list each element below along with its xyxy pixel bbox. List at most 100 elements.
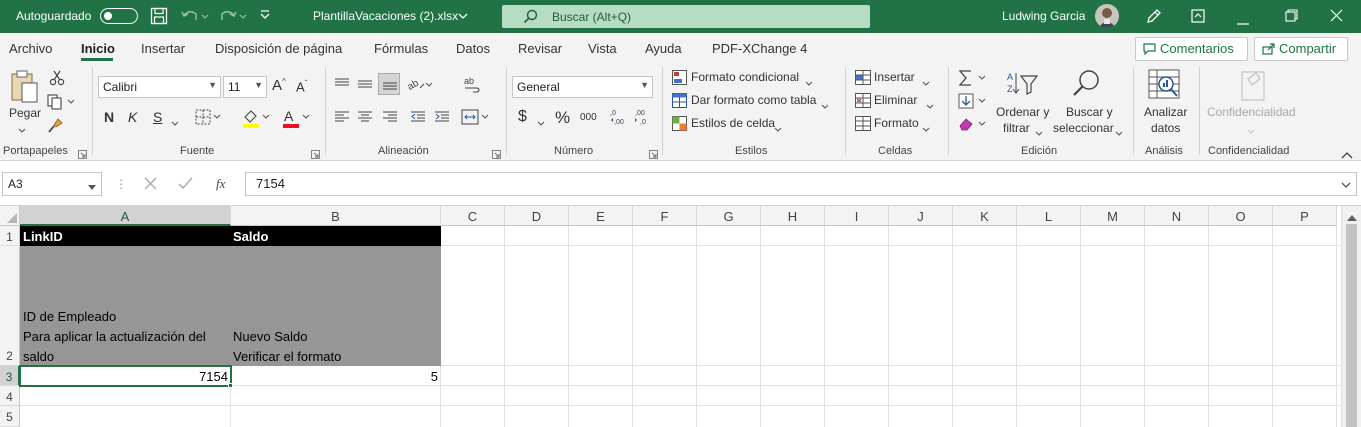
- bold-button[interactable]: N: [104, 109, 114, 125]
- avatar[interactable]: [1095, 4, 1119, 28]
- cell-a2-line2[interactable]: Para aplicar la actualización del: [23, 329, 206, 344]
- chevron-down-icon[interactable]: [1035, 125, 1043, 139]
- format-as-table-button[interactable]: Dar formato como tabla: [672, 92, 832, 110]
- find-select-label-2[interactable]: seleccionar: [1053, 121, 1114, 135]
- thousands-button[interactable]: 000: [580, 112, 597, 123]
- vertical-scrollbar[interactable]: [1341, 206, 1361, 427]
- name-box-chevron-down-icon[interactable]: [88, 180, 96, 194]
- row-header-3[interactable]: 3: [0, 366, 20, 386]
- wrap-text-icon[interactable]: ab: [463, 76, 481, 96]
- cancel-icon[interactable]: [144, 177, 157, 193]
- comments-button[interactable]: Comentarios: [1135, 37, 1248, 61]
- insert-function-icon[interactable]: fx: [216, 176, 225, 192]
- restore-icon[interactable]: [1285, 9, 1298, 25]
- column-header-h[interactable]: H: [761, 206, 825, 226]
- more-options-icon[interactable]: ⋮: [115, 177, 127, 191]
- decrease-font-size-icon[interactable]: Aˇ: [296, 79, 307, 94]
- alignment-launcher-icon[interactable]: [492, 147, 501, 161]
- undo-icon[interactable]: [180, 6, 210, 29]
- cell-styles-button[interactable]: Estilos de celda: [672, 115, 787, 133]
- collapse-ribbon-icon[interactable]: [1341, 147, 1353, 161]
- paste-chevron-down-icon[interactable]: [18, 122, 26, 136]
- find-select-label-1[interactable]: Buscar y: [1066, 105, 1113, 119]
- borders-icon[interactable]: [195, 109, 225, 127]
- tab-pdf-xchange[interactable]: PDF-XChange 4: [712, 41, 807, 56]
- font-color-icon[interactable]: A: [282, 108, 312, 130]
- sort-filter-label-1[interactable]: Ordenar y: [996, 105, 1049, 119]
- column-header-l[interactable]: L: [1017, 206, 1081, 226]
- close-icon[interactable]: [1330, 9, 1343, 25]
- find-select-icon[interactable]: [1072, 69, 1102, 101]
- format-cells-button[interactable]: Formato: [855, 115, 933, 133]
- formula-input[interactable]: 7154: [245, 172, 1357, 196]
- font-size-select[interactable]: 11 ▼: [223, 76, 267, 98]
- cell-a1[interactable]: LinkID: [23, 229, 63, 244]
- cell-b2-line1[interactable]: Nuevo Saldo: [233, 329, 307, 344]
- clipboard-launcher-icon[interactable]: [78, 147, 87, 161]
- increase-decimal-icon[interactable]: ,0,00: [609, 108, 627, 128]
- clear-icon[interactable]: [958, 116, 990, 134]
- paste-icon[interactable]: [10, 69, 40, 107]
- conditional-formatting-button[interactable]: Formato condicional: [672, 69, 817, 87]
- italic-button[interactable]: K: [128, 109, 137, 125]
- scroll-thumb[interactable]: [1346, 224, 1357, 427]
- align-right-icon[interactable]: [382, 110, 398, 126]
- fill-handle[interactable]: [228, 383, 233, 388]
- autosum-icon[interactable]: [958, 69, 990, 89]
- column-header-b[interactable]: B: [231, 206, 441, 226]
- cell-b2-line2[interactable]: Verificar el formato: [233, 349, 341, 364]
- column-header-j[interactable]: J: [889, 206, 953, 226]
- expand-formula-chevron-down-icon[interactable]: [1341, 177, 1351, 192]
- cell-a2-line3[interactable]: saldo: [23, 349, 54, 364]
- increase-font-size-icon[interactable]: A^: [272, 77, 286, 94]
- column-header-k[interactable]: K: [953, 206, 1017, 226]
- fill-color-icon[interactable]: [242, 108, 272, 130]
- row-header-1[interactable]: 1: [0, 226, 20, 246]
- analyze-data-label-2[interactable]: datos: [1151, 121, 1180, 135]
- save-icon[interactable]: [150, 7, 168, 28]
- decrease-indent-icon[interactable]: [410, 110, 426, 126]
- search-box[interactable]: Buscar (Alt+Q): [502, 5, 870, 28]
- font-name-select[interactable]: Calibri ▼: [98, 76, 221, 98]
- sort-filter-label-2[interactable]: filtrar: [1003, 121, 1030, 135]
- column-header-n[interactable]: N: [1145, 206, 1209, 226]
- tab-insertar[interactable]: Insertar: [141, 41, 185, 56]
- copy-icon[interactable]: [47, 94, 77, 112]
- underline-chevron-down-icon[interactable]: [171, 115, 179, 129]
- name-box[interactable]: A3: [2, 172, 102, 196]
- insert-cells-button[interactable]: Insertar: [855, 69, 935, 87]
- currency-chevron-down-icon[interactable]: [537, 115, 545, 129]
- font-launcher-icon[interactable]: [311, 147, 320, 161]
- tab-datos[interactable]: Datos: [456, 41, 490, 56]
- column-header-c[interactable]: C: [441, 206, 505, 226]
- column-header-a[interactable]: A: [20, 206, 231, 226]
- align-middle-icon[interactable]: [357, 77, 373, 93]
- tab-vista[interactable]: Vista: [588, 41, 617, 56]
- worksheet-grid[interactable]: A B C D E F G H I J K L M N O P 1 2 3 4 …: [0, 206, 1361, 427]
- number-format-select[interactable]: General ▼: [512, 76, 653, 98]
- row-header-2[interactable]: 2: [0, 246, 20, 366]
- underline-button[interactable]: S: [153, 109, 162, 125]
- enter-check-icon[interactable]: [178, 177, 193, 193]
- cell-a2-line1[interactable]: ID de Empleado: [23, 309, 116, 324]
- column-header-o[interactable]: O: [1209, 206, 1273, 226]
- tab-archivo[interactable]: Archivo: [9, 41, 52, 56]
- cell-b1[interactable]: Saldo: [233, 229, 268, 244]
- column-header-i[interactable]: I: [825, 206, 889, 226]
- quick-access-customize-icon[interactable]: [259, 9, 271, 24]
- merge-center-icon[interactable]: [461, 109, 491, 127]
- select-all-button[interactable]: [0, 206, 20, 226]
- ribbon-display-icon[interactable]: [1191, 9, 1205, 26]
- fill-icon[interactable]: [958, 93, 990, 111]
- chevron-down-icon[interactable]: [1115, 125, 1123, 139]
- column-header-g[interactable]: G: [697, 206, 761, 226]
- align-bottom-icon[interactable]: [378, 73, 400, 95]
- orientation-icon[interactable]: ab: [406, 76, 435, 94]
- analyze-data-icon[interactable]: [1148, 69, 1182, 103]
- column-header-f[interactable]: F: [633, 206, 697, 226]
- percent-button[interactable]: %: [555, 108, 570, 128]
- pen-icon[interactable]: [1145, 7, 1163, 28]
- align-top-icon[interactable]: [334, 77, 350, 93]
- analyze-data-label-1[interactable]: Analizar: [1144, 105, 1187, 119]
- file-name-chevron-down-icon[interactable]: [458, 10, 468, 24]
